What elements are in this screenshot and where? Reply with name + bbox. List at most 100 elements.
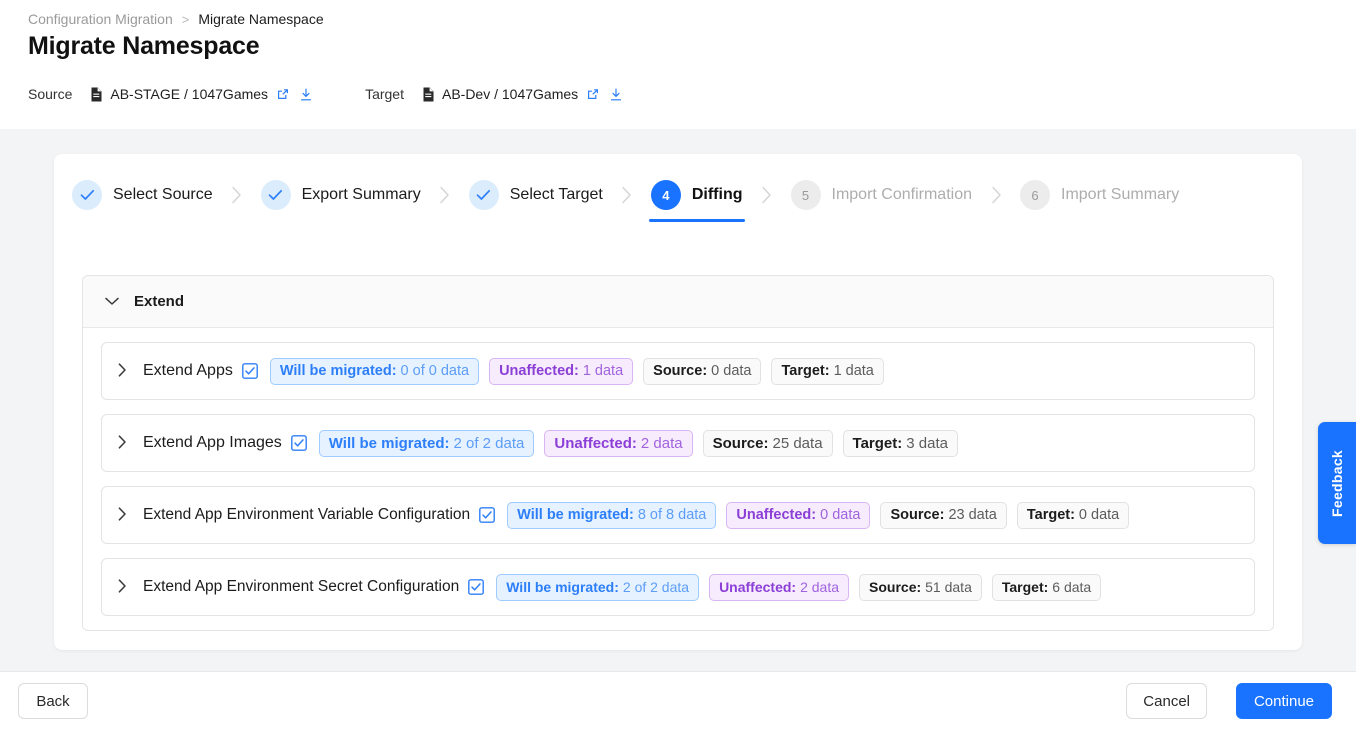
download-icon[interactable]: [299, 87, 313, 102]
step-chevron-icon: [605, 168, 649, 222]
step-chevron-icon: [423, 168, 467, 222]
status-badge: Target: 0 data: [1016, 501, 1130, 529]
external-link-icon[interactable]: [586, 87, 600, 101]
status-badge: Will be migrated: 0 of 0 data: [269, 357, 480, 385]
badge-value: 0 of 0 data: [400, 363, 470, 379]
status-badge: Unaffected: 0 data: [726, 501, 871, 529]
step-label-5: Import Confirmation: [831, 186, 973, 203]
status-badge: Target: 6 data: [991, 573, 1102, 601]
section-extend-body: Extend Apps Will be migrated: 0 of 0 data U…: [83, 328, 1273, 630]
step-circle-3: [468, 180, 499, 210]
step-export-summary[interactable]: Export Summary: [259, 168, 423, 222]
badge-label: Will be migrated:: [517, 507, 634, 523]
chevron-right-icon[interactable]: [118, 579, 127, 595]
status-badge: Source: 0 data: [643, 357, 762, 385]
migrate-namespace-page: Configuration Migration > Migrate Namesp…: [0, 0, 1356, 729]
step-select-target[interactable]: Select Target: [467, 168, 605, 222]
cancel-button[interactable]: Cancel: [1126, 683, 1207, 719]
section-extend: Extend Extend Apps Will be migrated: 0 of …: [82, 275, 1274, 631]
step-circle-4: 4: [650, 180, 681, 210]
badge-value: 2 data: [640, 434, 683, 452]
external-link-icon[interactable]: [276, 87, 290, 101]
section-extend-header[interactable]: Extend: [83, 276, 1273, 328]
badge-group: Will be migrated: 2 of 2 data Unaffected: 2…: [318, 429, 958, 457]
breadcrumb-parent-link[interactable]: Configuration Migration: [28, 11, 173, 27]
breadcrumb: Configuration Migration > Migrate Namesp…: [28, 11, 324, 27]
badge-label: Source:: [712, 434, 769, 452]
step-label-2: Export Summary: [301, 186, 421, 203]
step-circle-6: 6: [1020, 180, 1050, 210]
step-label-4: Diffing: [691, 186, 743, 203]
feedback-label: Feedback: [1329, 449, 1345, 517]
badge-value: 3 data: [906, 434, 948, 452]
table-row: Extend App Environment Variable Configur…: [101, 486, 1255, 544]
step-chevron-icon: [745, 168, 789, 222]
badge-label: Source:: [653, 363, 708, 379]
breadcrumb-separator: >: [181, 11, 190, 27]
status-badge: Unaffected: 2 data: [544, 429, 693, 457]
badge-group: Will be migrated: 0 of 0 data Unaffected: 1…: [269, 357, 884, 385]
status-badge: Source: 25 data: [702, 429, 833, 457]
row-checkbox[interactable]: [241, 363, 258, 379]
row-checkbox[interactable]: [479, 507, 496, 523]
step-import-confirmation: 5 Import Confirmation: [789, 168, 975, 222]
source-group: Source AB-STAGE / 1047Games: [28, 86, 313, 102]
breadcrumb-current: Migrate Namespace: [198, 11, 324, 27]
status-badge: Source: 23 data: [880, 501, 1007, 529]
status-badge: Unaffected: 1 data: [489, 357, 634, 385]
badge-value: 2 of 2 data: [622, 579, 690, 595]
step-diffing[interactable]: 4 Diffing: [648, 168, 745, 222]
step-label-1: Select Source: [113, 186, 213, 203]
page-title: Migrate Namespace: [28, 32, 260, 60]
badge-label: Unaffected:: [499, 363, 579, 379]
status-badge: Target: 1 data: [771, 357, 884, 385]
row-checkbox[interactable]: [290, 435, 307, 451]
status-badge: Unaffected: 2 data: [709, 573, 850, 601]
badge-value: 2 of 2 data: [453, 434, 525, 452]
back-button[interactable]: Back: [18, 683, 88, 719]
status-badge: Target: 3 data: [842, 429, 958, 457]
continue-button[interactable]: Continue: [1236, 683, 1332, 719]
badge-label: Unaffected:: [719, 579, 797, 595]
badge-label: Unaffected:: [736, 507, 817, 523]
status-badge: Will be migrated: 8 of 8 data: [507, 501, 717, 529]
stepper: Select Source Export Summary Select Target…: [54, 154, 1302, 236]
chevron-right-icon[interactable]: [118, 363, 127, 379]
target-group: Target AB-Dev / 1047Games: [365, 86, 623, 102]
badge-value: 6 data: [1052, 579, 1092, 595]
target-value: AB-Dev / 1047Games: [441, 86, 579, 102]
badge-label: Target:: [852, 434, 903, 452]
document-icon: [90, 87, 103, 102]
download-icon[interactable]: [609, 87, 623, 102]
badge-label: Source:: [890, 507, 945, 523]
badge-label: Target:: [1026, 507, 1075, 523]
badge-label: Will be migrated:: [328, 434, 450, 452]
chevron-right-icon[interactable]: [118, 435, 127, 451]
badge-label: Will be migrated:: [506, 579, 619, 595]
table-row: Extend Apps Will be migrated: 0 of 0 data U…: [101, 342, 1255, 400]
row-name: Extend App Environment Secret Configurat…: [143, 578, 460, 595]
content-area: Select Source Export Summary Select Target…: [0, 129, 1356, 671]
row-name: Extend Apps: [143, 362, 233, 379]
chevron-right-icon[interactable]: [118, 507, 127, 523]
step-chevron-icon: [215, 168, 259, 222]
step-circle-1: [72, 180, 102, 210]
badge-label: Will be migrated:: [279, 363, 397, 379]
step-select-source[interactable]: Select Source: [70, 168, 215, 222]
badge-group: Will be migrated: 2 of 2 data Unaffected: 2…: [496, 573, 1102, 601]
badge-value: 23 data: [948, 507, 997, 523]
badge-value: 0 data: [711, 363, 752, 379]
feedback-tab[interactable]: Feedback: [1318, 422, 1356, 544]
footer-bar: Back Cancel Continue: [0, 671, 1356, 729]
step-chevron-icon: [974, 168, 1018, 222]
badge-value: 1 data: [582, 363, 624, 379]
row-checkbox[interactable]: [468, 579, 485, 595]
badge-label: Unaffected:: [554, 434, 637, 452]
source-value: AB-STAGE / 1047Games: [110, 86, 269, 102]
table-row: Extend App Images Will be migrated: 2 of 2…: [101, 414, 1255, 472]
badge-label: Target:: [781, 363, 830, 379]
badge-group: Will be migrated: 8 of 8 data Unaffected: 0…: [507, 501, 1130, 529]
step-circle-5: 5: [790, 180, 821, 210]
badge-label: Source:: [869, 579, 922, 595]
page-header: Configuration Migration > Migrate Namesp…: [0, 0, 1356, 129]
